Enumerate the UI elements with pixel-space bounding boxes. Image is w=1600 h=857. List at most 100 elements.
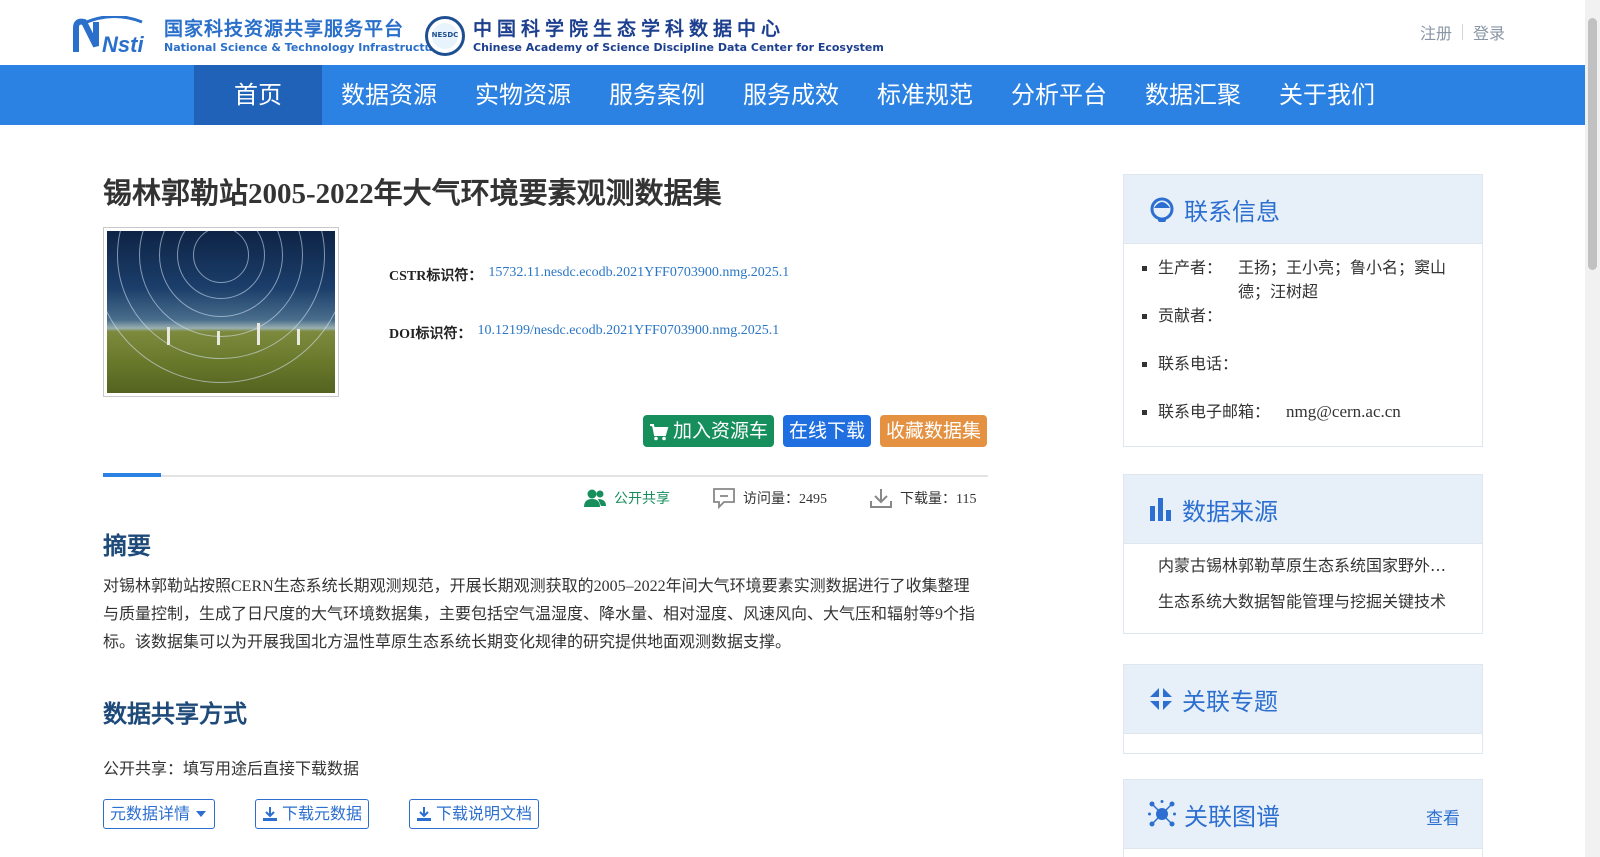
doi-link[interactable]: 10.12199/nesdc.ecodb.2021YFF0703900.nmg.… — [477, 323, 779, 343]
online-download-button[interactable]: 在线下载 — [783, 415, 872, 447]
metadata-detail-dropdown[interactable]: 元数据详情 — [103, 799, 216, 829]
producer-item: 生产者： 王扬；王小亮；鲁小名；窦山德；汪树超 — [1138, 256, 1462, 304]
contact-title: 联系信息 — [1184, 197, 1280, 226]
download-doc-label: 下载说明文档 — [436, 804, 533, 823]
service-agent-icon — [1150, 197, 1174, 222]
nav-item-data-aggregation[interactable]: 数据汇聚 — [1126, 65, 1260, 125]
download-doc-button[interactable]: 下载说明文档 — [409, 799, 540, 829]
favorite-dataset-button[interactable]: 收藏数据集 — [880, 415, 988, 447]
source-item[interactable]: 内蒙古锡林郭勒草原生态系统国家野外科学观测研究站 — [1158, 554, 1462, 590]
tab-underline — [103, 473, 988, 477]
downloads-count: 下载量：115 — [900, 492, 977, 507]
login-link[interactable]: 登录 — [1473, 20, 1505, 44]
auth-links: 注册 登录 — [1420, 20, 1505, 44]
site-header: Nsti 国家科技资源共享服务平台 National Science & Tec… — [0, 0, 1585, 65]
page-scrollbar[interactable] — [1585, 0, 1600, 857]
nav-item-home[interactable]: 首页 — [194, 65, 322, 125]
nav-item-physical-resources[interactable]: 实物资源 — [456, 65, 590, 125]
users-icon — [584, 489, 606, 507]
nav-item-about-us[interactable]: 关于我们 — [1260, 65, 1394, 125]
dataset-thumbnail — [103, 227, 339, 397]
caret-down-icon — [196, 811, 207, 817]
doi-row: DOI标识符： 10.12199/nesdc.ecodb.2021YFF0703… — [389, 323, 789, 343]
topics-panel: 关联专题 — [1123, 664, 1483, 754]
source-list: 内蒙古锡林郭勒草原生态系统国家野外科学观测研究站 生态系统大数据智能管理与挖掘关… — [1124, 544, 1482, 636]
nesdc-badge-icon: NESDC — [425, 16, 465, 56]
topics-title: 关联专题 — [1182, 687, 1278, 716]
download-metadata-label: 下载元数据 — [282, 804, 363, 823]
network-graph-icon — [1148, 800, 1176, 827]
doi-label: DOI标识符： — [389, 327, 472, 342]
contact-panel: 联系信息 生产者： 王扬；王小亮；鲁小名；窦山德；汪树超 贡献者： 联系电话： … — [1123, 174, 1483, 447]
downloads-stat: 下载量：115 — [869, 487, 976, 509]
phone-label: 联系电话： — [1158, 354, 1239, 373]
producer-value: 王扬；王小亮；鲁小名；窦山德；汪树超 — [1238, 258, 1447, 301]
nsti-logo[interactable]: Nsti 国家科技资源共享服务平台 National Science & Tec… — [72, 16, 445, 56]
cstr-label: CSTR标识符： — [389, 269, 483, 284]
auth-divider — [1462, 24, 1464, 40]
active-tab-indicator — [103, 473, 161, 477]
download-icon — [870, 489, 892, 508]
cstr-row: CSTR标识符： 15732.11.nesdc.ecodb.2021YFF070… — [389, 265, 789, 285]
scrollbar-thumb[interactable] — [1588, 18, 1597, 270]
sharing-heading: 数据共享方式 — [103, 700, 247, 728]
graph-panel: 关联图谱 查看 — [1123, 779, 1483, 857]
register-link[interactable]: 注册 — [1420, 20, 1452, 44]
abstract-text: 对锡林郭勒站按照CERN生态系统长期观测规范，开展长期观测获取的2005–202… — [103, 578, 976, 651]
source-panel-header: 数据来源 — [1124, 475, 1482, 544]
nav-item-service-cases[interactable]: 服务案例 — [590, 65, 724, 125]
nav-item-analysis-platform[interactable]: 分析平台 — [992, 65, 1126, 125]
dataset-title: 锡林郭勒站2005-2022年大气环境要素观测数据集 — [103, 178, 722, 210]
metadata-tools: 元数据详情 下载元数据 下载说明文档 — [103, 799, 579, 829]
nesdc-cn-name: 中国科学院生态学科数据中心 — [473, 18, 786, 40]
phone-item: 联系电话： — [1138, 352, 1462, 400]
nav-item-service-results[interactable]: 服务成效 — [724, 65, 858, 125]
comment-icon — [713, 488, 735, 509]
dataset-actions: 加入资源车 在线下载 收藏数据集 — [643, 415, 988, 447]
email-value[interactable]: nmg@cern.ac.cn — [1286, 400, 1401, 424]
bar-chart-icon — [1150, 498, 1171, 521]
sharing-text: 公开共享：填写用途后直接下载数据 — [103, 759, 360, 778]
visits-stat: 访问量：2495 — [712, 487, 827, 509]
topics-icon — [1150, 688, 1172, 710]
source-item[interactable]: 生态系统大数据智能管理与挖掘关键技术 — [1158, 590, 1462, 626]
add-to-cart-button[interactable]: 加入资源车 — [643, 415, 775, 447]
add-to-cart-label: 加入资源车 — [673, 420, 769, 442]
source-title: 数据来源 — [1182, 497, 1278, 526]
cart-icon — [650, 423, 669, 440]
nav-item-standards[interactable]: 标准规范 — [858, 65, 992, 125]
graph-view-link[interactable]: 查看 — [1426, 804, 1460, 829]
open-share-stat: 公开共享 — [583, 488, 670, 508]
metadata-detail-label: 元数据详情 — [110, 804, 191, 823]
dataset-stats: 公开共享 访问量：2495 下载量：115 — [583, 487, 976, 509]
open-share-label: 公开共享 — [614, 492, 670, 507]
download-metadata-button[interactable]: 下载元数据 — [255, 799, 370, 829]
contributor-item: 贡献者： — [1138, 304, 1462, 352]
graph-title: 关联图谱 — [1184, 802, 1280, 831]
abstract-heading: 摘要 — [103, 532, 151, 560]
nav-item-data-resources[interactable]: 数据资源 — [322, 65, 456, 125]
contributor-label: 贡献者： — [1158, 306, 1223, 325]
nsti-en-name: National Science & Technology Infrastruc… — [164, 41, 446, 54]
nsti-logo-mark: Nsti — [73, 16, 144, 56]
main-nav: 首页 数据资源 实物资源 服务案例 服务成效 标准规范 分析平台 数据汇聚 关于… — [0, 65, 1585, 125]
producer-label: 生产者： — [1158, 258, 1223, 277]
graph-panel-header: 关联图谱 查看 — [1124, 780, 1482, 849]
dataset-identifiers: CSTR标识符： 15732.11.nesdc.ecodb.2021YFF070… — [389, 265, 789, 381]
email-item: 联系电子邮箱： nmg@cern.ac.cn — [1138, 400, 1462, 448]
nesdc-logo[interactable]: NESDC 中国科学院生态学科数据中心 Chinese Academy of S… — [425, 16, 884, 56]
contact-list: 生产者： 王扬；王小亮；鲁小名；窦山德；汪树超 贡献者： 联系电话： 联系电子邮… — [1124, 244, 1482, 456]
topics-panel-header: 关联专题 — [1124, 665, 1482, 734]
download-icon — [263, 807, 278, 821]
download-icon — [417, 807, 432, 821]
email-label: 联系电子邮箱： — [1158, 402, 1271, 421]
nsti-mark-text: Nsti — [102, 32, 144, 56]
nsti-cn-name: 国家科技资源共享服务平台 — [164, 18, 405, 40]
nesdc-en-name: Chinese Academy of Science Discipline Da… — [473, 41, 884, 54]
star-trail-photo — [107, 231, 335, 393]
contact-panel-header: 联系信息 — [1124, 175, 1482, 244]
visits-count: 访问量：2495 — [743, 492, 827, 507]
source-panel: 数据来源 内蒙古锡林郭勒草原生态系统国家野外科学观测研究站 生态系统大数据智能管… — [1123, 474, 1483, 634]
cstr-link[interactable]: 15732.11.nesdc.ecodb.2021YFF0703900.nmg.… — [488, 265, 789, 285]
nesdc-badge-text: NESDC — [431, 31, 459, 39]
